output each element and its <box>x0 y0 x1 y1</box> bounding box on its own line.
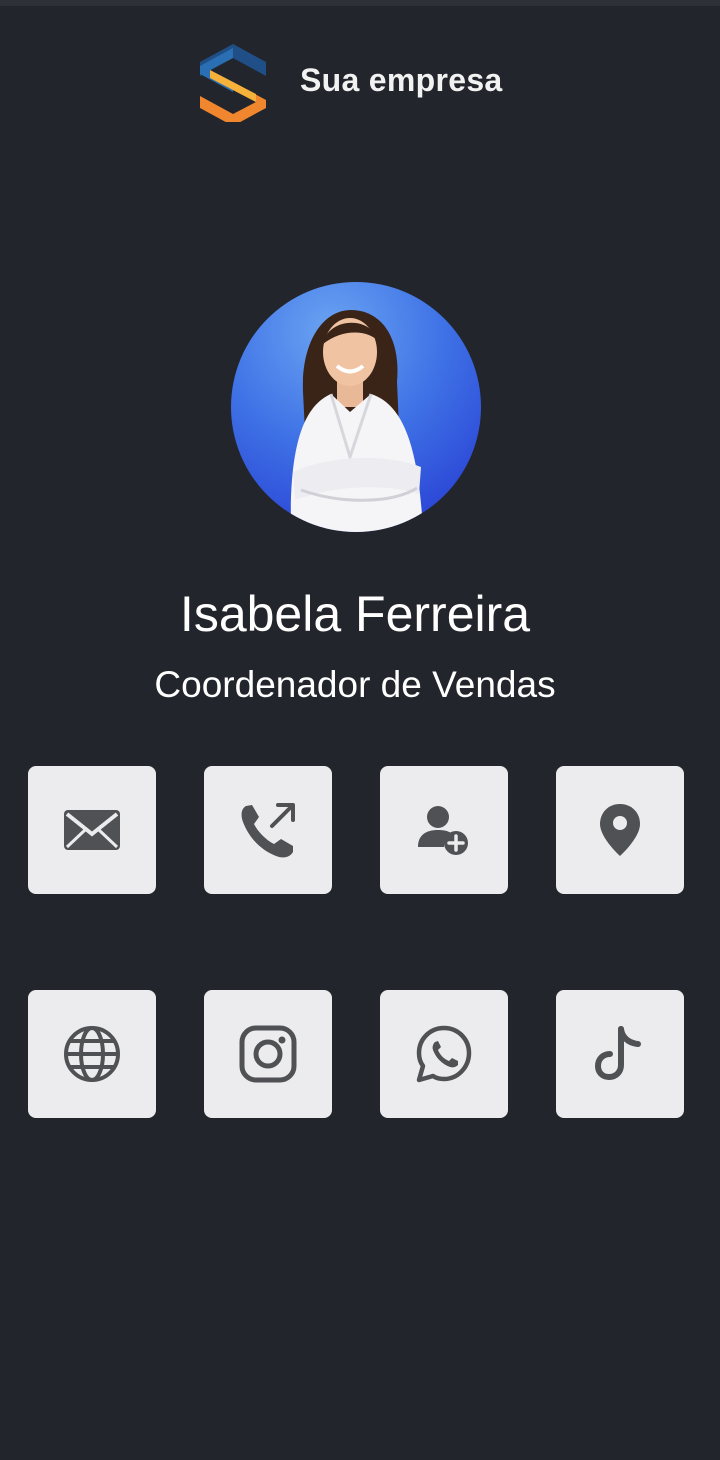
instagram-icon <box>239 1025 297 1083</box>
person-role: Coordenador de Vendas <box>154 664 556 705</box>
call-button[interactable] <box>204 766 332 894</box>
brand-header: Sua empresa <box>0 40 720 124</box>
tiktok-icon <box>594 1026 641 1081</box>
status-strip <box>0 0 720 6</box>
location-pin-icon <box>600 804 640 856</box>
whatsapp-icon <box>416 1025 472 1083</box>
business-card-page: Sua empresa Isabela Ferreira Coordenador… <box>0 0 720 1460</box>
company-name: Sua empresa <box>300 62 503 98</box>
profile-photo-icon <box>290 310 423 532</box>
location-button[interactable] <box>556 766 684 894</box>
whatsapp-button[interactable] <box>380 990 508 1118</box>
tiktok-button[interactable] <box>556 990 684 1118</box>
add-contact-icon <box>418 806 468 855</box>
profile-avatar <box>231 282 481 532</box>
email-button[interactable] <box>28 766 156 894</box>
instagram-button[interactable] <box>204 990 332 1118</box>
email-icon <box>64 810 120 850</box>
website-button[interactable] <box>28 990 156 1118</box>
person-name: Isabela Ferreira <box>179 586 531 642</box>
globe-icon <box>64 1026 120 1082</box>
add-contact-button[interactable] <box>380 766 508 894</box>
hexagon-s-logo-icon <box>200 44 266 122</box>
phone-call-icon <box>241 803 295 858</box>
